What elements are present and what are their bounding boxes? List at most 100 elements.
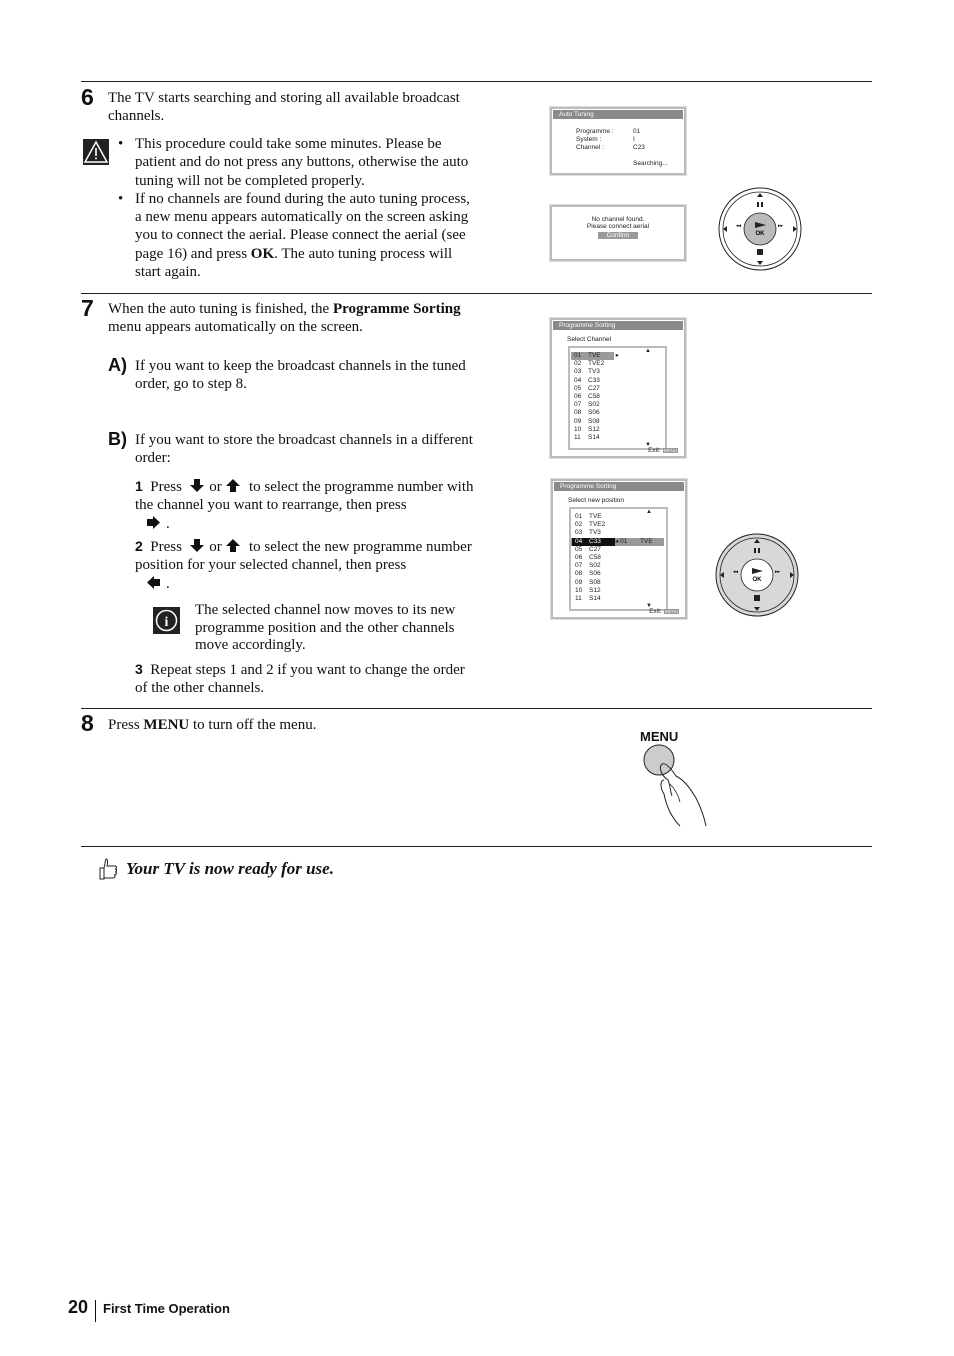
programme-number: 07	[574, 401, 582, 409]
programme-value: 01	[633, 128, 641, 135]
text: to select the new programme number posit…	[135, 539, 472, 574]
channel-name: S14	[588, 433, 600, 441]
option-a-text: If you want to keep the broadcast channe…	[135, 358, 466, 393]
svg-text:i: i	[165, 615, 169, 630]
info-note: The selected channel now moves to its ne…	[195, 602, 456, 653]
confirm-button[interactable]: Confirm	[598, 232, 638, 239]
channel-row[interactable]: 02 TVE2	[570, 360, 665, 368]
text: menu appears automatically on the screen…	[108, 319, 363, 336]
channel-row[interactable]: 05 C27	[571, 546, 666, 554]
channel-name: TV3	[588, 368, 600, 376]
channel-name: TVE	[589, 513, 602, 520]
channel-name: S12	[588, 425, 600, 433]
arrow-down-icon	[190, 539, 205, 552]
info-icon: i	[153, 607, 180, 634]
channel-row[interactable]: 10 S12	[571, 587, 666, 595]
channel-row[interactable]: 09 S08	[570, 418, 665, 426]
substep-2: 2 Press or to select the new programme n…	[135, 537, 480, 593]
text: or	[209, 539, 222, 555]
screen-title: Programme Sorting	[554, 482, 684, 491]
channel-name: S12	[589, 586, 601, 594]
channel-row[interactable]: 10 S12	[570, 426, 665, 434]
channel-row[interactable]: 07 S02	[571, 562, 666, 570]
programme-number: 06	[575, 553, 583, 561]
connect-aerial-line: Please connect aerial	[586, 223, 650, 230]
channel-name: C58	[588, 392, 600, 400]
option-a-label: A)	[108, 355, 127, 375]
menu-key-icon: MENU	[663, 609, 679, 614]
text: to select the programme number with the …	[135, 479, 474, 514]
divider	[81, 846, 872, 847]
programme-number: 11	[575, 594, 582, 602]
channel-row[interactable]: 02 TVE2	[571, 521, 666, 529]
programme-number: 09	[574, 417, 582, 425]
divider	[81, 293, 872, 294]
divider	[81, 81, 872, 82]
divider	[81, 708, 872, 709]
arrow-right-icon	[147, 515, 161, 529]
substep-3: 3 Repeat steps 1 and 2 if you want to ch…	[135, 660, 480, 698]
screen-title: Programme Sorting	[553, 321, 683, 330]
channel-row[interactable]: 09 S08	[571, 579, 666, 587]
ready-message: Your TV is now ready for use.	[126, 859, 334, 878]
channel-name: C27	[588, 384, 600, 392]
programme-number: 10	[574, 425, 582, 433]
menu-button-label: MENU	[640, 729, 679, 744]
channel-name: S06	[589, 570, 601, 578]
exit-label: Exit:	[649, 608, 662, 615]
channel-row[interactable]: 11 S14	[570, 434, 665, 442]
remote-navigation-pad: OK ◂◂ ▸▸	[715, 533, 799, 617]
channel-row[interactable]: 04 C33 ◂ 01 TVE	[571, 537, 664, 546]
channel-list[interactable]: ▲ 01 TVE 02 TVE2 03 TV3 04 C33 ◂ 01 TVE 05 C27 06 C58 0…	[569, 507, 668, 611]
text: to turn off the menu.	[189, 717, 317, 733]
step-number: 6	[81, 84, 94, 110]
channel-name: TVE2	[588, 360, 605, 368]
channel-row[interactable]: 03 TV3	[571, 529, 666, 537]
text: Press	[108, 717, 144, 733]
channel-row[interactable]: 05 C27	[570, 385, 665, 393]
programme-number: 05	[574, 384, 582, 392]
svg-text:◂◂: ◂◂	[736, 223, 742, 229]
channel-value: C23	[633, 144, 645, 152]
exit-label: Exit:	[648, 447, 661, 454]
channel-row[interactable]: 06 C58	[570, 393, 665, 401]
svg-text:OK: OK	[753, 577, 763, 583]
step6-text: The TV starts searching and storing all …	[108, 90, 460, 125]
programme-number: 11	[574, 433, 581, 441]
svg-text:▸▸: ▸▸	[778, 223, 784, 229]
text: Press	[150, 479, 182, 495]
warning-triangle-icon	[83, 139, 109, 165]
programme-number: 01	[575, 513, 583, 520]
step8-text: Press MENU to turn off the menu.	[108, 716, 478, 734]
channel-list[interactable]: ▲ 01 TVE ▸ 02 TVE2 03 TV3 04 C33 05 C27 06 C58 07 S02 0…	[568, 346, 667, 450]
channel-row[interactable]: 07 S02	[570, 401, 665, 409]
exit-hint: Exit: MENU	[646, 447, 678, 454]
channel-row[interactable]: 03 TV3	[570, 368, 665, 376]
scroll-up-icon[interactable]: ▲	[645, 348, 651, 354]
channel-row[interactable]: 04 C33	[570, 377, 665, 385]
scroll-up-icon[interactable]: ▲	[646, 509, 652, 515]
substep-number: 1	[135, 478, 143, 494]
text: or	[209, 479, 222, 495]
programme-number: 01	[574, 352, 582, 359]
programme-number: 02	[574, 360, 582, 368]
channel-row[interactable]: 08 S06	[570, 409, 665, 417]
screen-subtitle: Select Channel	[567, 336, 612, 343]
channel-name: TVE2	[589, 521, 606, 529]
programme-number: 09	[575, 578, 583, 586]
moving-programme-number: 01	[620, 537, 628, 545]
warning-bullet: This procedure could take some minutes. …	[108, 135, 476, 190]
auto-tuning-screen: Auto Tuning Programme : System : Channel…	[550, 107, 686, 175]
select-arrow-icon: ▸	[614, 352, 620, 359]
text: Press	[150, 539, 182, 555]
channel-label: Channel :	[576, 144, 604, 152]
channel-row[interactable]: 06 C58	[571, 554, 666, 562]
channel-row[interactable]: 08 S06	[571, 570, 666, 578]
programme-number: 03	[575, 529, 583, 537]
moving-channel-name: TVE	[640, 537, 653, 545]
channel-name: S08	[588, 417, 600, 425]
programme-number: 03	[574, 368, 582, 376]
channel-row[interactable]: 11 S14	[571, 595, 666, 603]
warning-bullet: If no channels are found during the auto…	[108, 190, 476, 281]
arrow-up-icon	[226, 479, 241, 492]
